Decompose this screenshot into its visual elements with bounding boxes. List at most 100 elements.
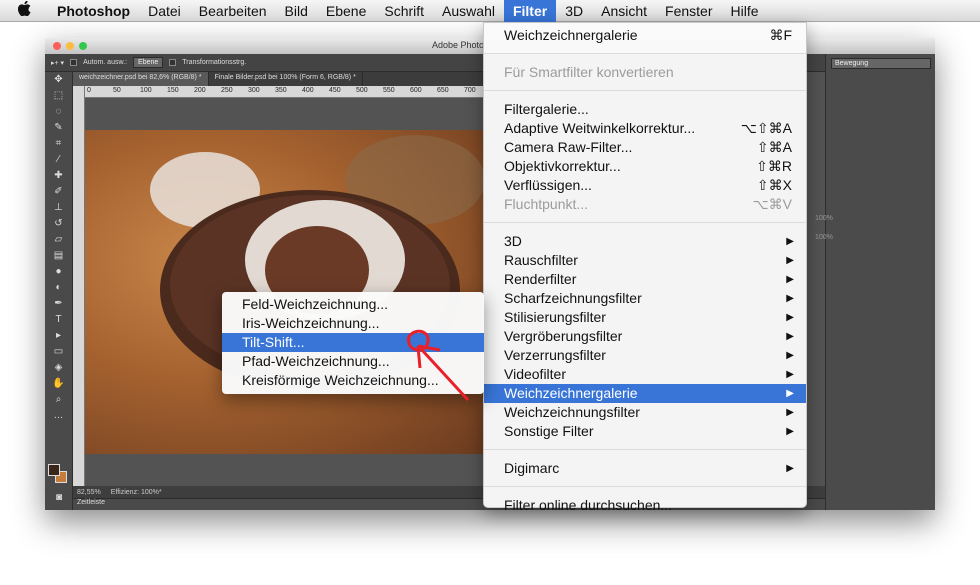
submenu-arrow-icon: ▶ (786, 407, 794, 418)
menu-datei[interactable]: Datei (139, 0, 190, 22)
menu-item-shortcut: ⌥⇧⌘A (740, 120, 792, 136)
ruler-label: 350 (275, 87, 287, 94)
3d-tool-icon[interactable]: ◈ (45, 360, 72, 376)
transform-controls-checkbox[interactable] (169, 59, 177, 66)
menu-item-vergroeberung[interactable]: Vergröberungsfilter ▶ (484, 327, 806, 346)
pen-tool-icon[interactable]: ✒ (45, 296, 72, 312)
submenu-arrow-icon: ▶ (786, 426, 794, 437)
quick-mask-icon[interactable]: ◙ (45, 490, 73, 506)
menu-fenster[interactable]: Fenster (656, 0, 721, 22)
apple-icon[interactable] (0, 0, 48, 20)
menu-item-3d[interactable]: 3D ▶ (484, 232, 806, 251)
menu-bild[interactable]: Bild (276, 0, 317, 22)
menu-item-adaptive-weitwinkel[interactable]: Adaptive Weitwinkelkorrektur... ⌥⇧⌘A (484, 119, 806, 138)
timeline-tab[interactable]: Zeitleiste (77, 499, 105, 506)
menu-item-scharfzeichnung[interactable]: Scharfzeichnungsfilter ▶ (484, 289, 806, 308)
menu-item-label: Weichzeichnergalerie (504, 385, 638, 401)
brush-tool-icon[interactable]: ✐ (45, 184, 72, 200)
tab-weichzeichner[interactable]: weichzeichner.psd bei 82,6% (RGB/8) * (73, 72, 209, 86)
menu-ansicht[interactable]: Ansicht (592, 0, 656, 22)
tools-panel: ✥ ⬚ ◌ ✎ ⌗ ⁄ ✚ ✐ ⊥ ↺ ▱ ▤ ● ◐ ✒ T ▸ ▭ ◈ ✋ … (45, 72, 73, 510)
menu-photoshop[interactable]: Photoshop (48, 0, 139, 22)
menu-item-camera-raw[interactable]: Camera Raw-Filter... ⇧⌘A (484, 138, 806, 157)
menu-filter[interactable]: Filter (503, 0, 557, 22)
workspace-select[interactable]: Bewegung (831, 58, 931, 69)
stamp-tool-icon[interactable]: ⊥ (45, 200, 72, 216)
eyedropper-tool-icon[interactable]: ⁄ (45, 152, 72, 168)
zoom-tool-icon[interactable]: ⌕ (45, 392, 72, 408)
more-tools-icon[interactable]: … (45, 408, 72, 424)
menu-item-weichzeichnergalerie-last[interactable]: Weichzeichnergalerie ⌘F (484, 26, 806, 45)
red-annotation-arrow (406, 329, 470, 402)
menu-item-smartfilter: Für Smartfilter konvertieren (484, 63, 806, 82)
menu-hilfe[interactable]: Hilfe (722, 0, 768, 22)
menu-item-sonstige-filter[interactable]: Sonstige Filter ▶ (484, 422, 806, 441)
menu-item-filter-online[interactable]: Filter online durchsuchen... (484, 496, 806, 515)
menu-item-objektivkorrektur[interactable]: Objektivkorrektur... ⇧⌘R (484, 157, 806, 176)
ruler-label: 0 (87, 87, 91, 94)
menu-item-label: Filter online durchsuchen... (504, 497, 673, 513)
menu-ebene[interactable]: Ebene (317, 0, 375, 22)
menu-separator (484, 90, 806, 91)
menu-auswahl[interactable]: Auswahl (433, 0, 504, 22)
dodge-tool-icon[interactable]: ◐ (45, 280, 72, 296)
menu-item-videofilter[interactable]: Videofilter ▶ (484, 365, 806, 384)
menu-item-filtergalerie[interactable]: Filtergalerie... (484, 100, 806, 119)
eraser-tool-icon[interactable]: ▱ (45, 232, 72, 248)
menu-item-verfluessigen[interactable]: Verflüssigen... ⇧⌘X (484, 176, 806, 195)
menu-item-stilisierung[interactable]: Stilisierungsfilter ▶ (484, 308, 806, 327)
shape-tool-icon[interactable]: ▭ (45, 344, 72, 360)
macos-menubar: Photoshop Datei Bearbeiten Bild Ebene Sc… (0, 0, 980, 22)
history-brush-tool-icon[interactable]: ↺ (45, 216, 72, 232)
move-tool-icon[interactable]: ▸+ ▾ (51, 59, 64, 67)
menu-item-weichzeichnergalerie[interactable]: Weichzeichnergalerie ▶ (484, 384, 806, 403)
zoom-window-button[interactable] (79, 42, 87, 50)
panels-dock (825, 54, 935, 510)
menu-item-weichzeichnungsfilter[interactable]: Weichzeichnungsfilter ▶ (484, 403, 806, 422)
menu-item-verzerrung[interactable]: Verzerrungsfilter ▶ (484, 346, 806, 365)
tab-finale-bilder[interactable]: Finale Bilder.psd bei 100% (Form 6, RGB/… (209, 72, 363, 86)
quick-select-tool-icon[interactable]: ✎ (45, 120, 72, 136)
menu-item-rauschfilter[interactable]: Rauschfilter ▶ (484, 251, 806, 270)
menu-3d[interactable]: 3D (556, 0, 592, 22)
auto-select-checkbox[interactable] (70, 59, 78, 66)
opacity-value[interactable]: 100% (815, 215, 833, 227)
path-select-tool-icon[interactable]: ▸ (45, 328, 72, 344)
gradient-tool-icon[interactable]: ▤ (45, 248, 72, 264)
marquee-tool-icon[interactable]: ⬚ (45, 88, 72, 104)
menu-item-label: Stilisierungsfilter (504, 309, 606, 325)
zoom-level[interactable]: 82,55% (77, 489, 101, 496)
ruler-label: 250 (221, 87, 233, 94)
close-window-button[interactable] (53, 42, 61, 50)
crop-tool-icon[interactable]: ⌗ (45, 136, 72, 152)
fill-value[interactable]: 100% (815, 234, 833, 246)
vertical-ruler (73, 86, 85, 486)
efficiency-readout[interactable]: Effizienz: 100%* (111, 489, 162, 496)
menu-schrift[interactable]: Schrift (375, 0, 433, 22)
ruler-label: 650 (437, 87, 449, 94)
move-tool-icon[interactable]: ✥ (45, 72, 72, 88)
menu-item-renderfilter[interactable]: Renderfilter ▶ (484, 270, 806, 289)
menu-item-digimarc[interactable]: Digimarc ▶ (484, 459, 806, 478)
healing-tool-icon[interactable]: ✚ (45, 168, 72, 184)
menu-separator (484, 222, 806, 223)
blur-tool-icon[interactable]: ● (45, 264, 72, 280)
submenu-arrow-icon: ▶ (786, 350, 794, 361)
ruler-label: 300 (248, 87, 260, 94)
menu-bearbeiten[interactable]: Bearbeiten (190, 0, 276, 22)
submenu-item-feld[interactable]: Feld-Weichzeichnung... (222, 295, 484, 314)
foreground-color-swatch[interactable] (48, 464, 60, 476)
menu-item-label: Sonstige Filter (504, 423, 594, 439)
ruler-label: 150 (167, 87, 179, 94)
type-tool-icon[interactable]: T (45, 312, 72, 328)
lasso-tool-icon[interactable]: ◌ (45, 104, 72, 120)
menu-item-label: Renderfilter (504, 271, 577, 287)
ruler-label: 550 (383, 87, 395, 94)
menu-item-label: Camera Raw-Filter... (504, 139, 633, 155)
menu-separator (484, 449, 806, 450)
minimize-window-button[interactable] (66, 42, 74, 50)
hand-tool-icon[interactable]: ✋ (45, 376, 72, 392)
layer-select[interactable]: Ebene (133, 57, 164, 68)
ruler-label: 700 (464, 87, 476, 94)
ruler-label: 400 (302, 87, 314, 94)
